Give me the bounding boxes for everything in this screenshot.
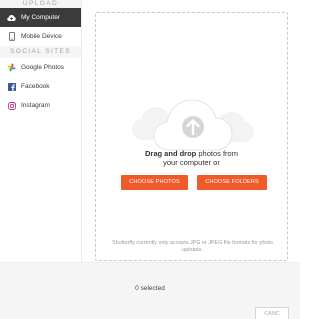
sidebar-item-label: Google Photos xyxy=(21,64,65,71)
cloud-upload-illustration xyxy=(132,99,254,151)
footer-bar: 0 selected CANC xyxy=(0,262,300,319)
sidebar-item-label: Mobile Device xyxy=(21,33,62,40)
sidebar-item-mobile-device[interactable]: Mobile Device xyxy=(0,27,81,46)
selected-count: 0 selected xyxy=(135,285,165,292)
sidebar-item-label: Facebook xyxy=(21,83,50,90)
cancel-button[interactable]: CANC xyxy=(255,307,289,319)
sidebar-item-label: My Computer xyxy=(21,14,61,21)
facebook-icon xyxy=(7,82,16,91)
source-sidebar: UPLOAD My Computer Mobile Device SOCIAL … xyxy=(0,0,82,262)
sidebar-item-google-photos[interactable]: Google Photos xyxy=(0,58,81,77)
sidebar-item-instagram[interactable]: Instagram xyxy=(0,96,81,115)
upload-section-label: UPLOAD xyxy=(0,0,81,8)
sidebar-item-my-computer[interactable]: My Computer xyxy=(0,8,81,27)
drop-zone[interactable]: Drag and drop photos from your computer … xyxy=(95,12,288,261)
cloud-upload-icon xyxy=(7,13,16,22)
mobile-device-icon xyxy=(7,32,16,41)
instagram-icon xyxy=(7,101,16,110)
google-photos-icon xyxy=(7,63,16,72)
sidebar-item-label: Instagram xyxy=(21,102,50,109)
choose-photos-button[interactable]: CHOOSE PHOTOS xyxy=(121,175,188,190)
file-format-note: Shutterfly currently only accepts JPG or… xyxy=(112,240,273,253)
drop-title-rest: photos from xyxy=(196,149,238,158)
drop-title-line2: your computer or xyxy=(163,158,220,167)
sidebar-item-facebook[interactable]: Facebook xyxy=(0,77,81,96)
drop-title-bold: Drag and drop xyxy=(145,149,197,158)
social-sites-section-label: SOCIAL SITES xyxy=(0,46,81,58)
choose-folders-button[interactable]: CHOOSE FOLDERS xyxy=(197,175,267,190)
drop-instructions: Drag and drop photos from your computer … xyxy=(96,149,287,167)
